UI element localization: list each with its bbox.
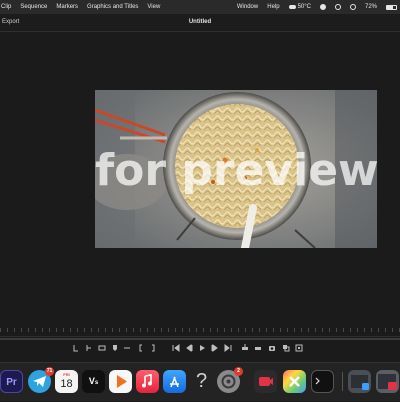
bracket-out-icon[interactable]	[149, 344, 157, 352]
photo-editor-app-icon[interactable]	[283, 370, 306, 393]
go-to-in-icon[interactable]	[172, 344, 180, 352]
calendar-app-icon[interactable]: FRI 18	[55, 370, 78, 393]
step-forward-icon[interactable]	[211, 344, 219, 352]
step-back-icon[interactable]	[185, 344, 193, 352]
music-note-icon	[142, 374, 152, 388]
mark-out-icon[interactable]	[85, 344, 93, 352]
editor-app-icon[interactable]: Vs	[82, 370, 105, 393]
mark-in-icon[interactable]	[72, 344, 80, 352]
minimized-window-thumbnail-2[interactable]	[376, 370, 399, 393]
project-title: Untitled	[188, 19, 212, 25]
play-logo-icon	[117, 375, 127, 388]
timeline-ruler[interactable]	[0, 324, 400, 337]
telegram-app-icon[interactable]: 71	[28, 367, 54, 393]
menu-sequence[interactable]: Sequence	[20, 4, 47, 10]
export-frame-icon[interactable]	[295, 344, 303, 352]
control-icon[interactable]	[334, 4, 341, 10]
compare-icon[interactable]	[282, 344, 290, 352]
battery-percent: 72%	[364, 4, 377, 10]
premiere-pro-app-icon[interactable]: Pr	[0, 370, 23, 393]
menu-bar: Clip Sequence Markers Graphics and Title…	[0, 0, 400, 14]
menu-markers[interactable]: Markers	[56, 4, 78, 10]
terminal-app-icon[interactable]	[311, 370, 334, 393]
temperature-label: 50°C	[297, 4, 311, 10]
menu-graphics-and-titles[interactable]: Graphics and Titles	[87, 4, 138, 10]
music-app-icon[interactable]	[136, 370, 159, 393]
insert-icon[interactable]	[98, 344, 106, 352]
settings-badge: 2	[234, 367, 243, 376]
marker-icon[interactable]	[111, 344, 119, 352]
menu-window[interactable]: Window	[237, 4, 258, 10]
record-camera-icon	[259, 377, 273, 386]
extract-icon[interactable]	[254, 344, 262, 352]
system-settings-app-icon[interactable]: 2	[217, 367, 243, 393]
dock: Pr 71 FRI 18 Vs ? 2	[0, 362, 400, 401]
status-area: Window Help 50°C 72%	[237, 0, 397, 14]
menu-view[interactable]: View	[147, 4, 160, 10]
app-store-a-icon	[170, 376, 179, 388]
minimized-window-thumbnail[interactable]	[348, 370, 371, 393]
window-thumbnail-icon	[378, 374, 397, 390]
transport-controls	[0, 342, 400, 356]
media-player-app-icon[interactable]	[109, 370, 132, 393]
focus-icon[interactable]	[349, 4, 356, 10]
timeline-scrollbar[interactable]	[0, 338, 400, 340]
app-header: Export Untitled	[0, 14, 400, 32]
record-icon[interactable]	[319, 4, 326, 10]
camera-icon[interactable]	[268, 344, 276, 352]
battery-icon[interactable]	[386, 4, 397, 10]
menu-clip[interactable]: Clip	[1, 4, 11, 10]
menu-help[interactable]: Help	[267, 4, 279, 10]
play-icon[interactable]	[198, 344, 206, 352]
window-thumbnail-icon	[351, 375, 369, 390]
cross-logo-icon	[289, 376, 300, 387]
weather-widget[interactable]: 50°C	[288, 4, 311, 10]
program-monitor: for preview	[0, 32, 400, 320]
recorder-app-icon[interactable]	[254, 370, 277, 393]
app-store-icon[interactable]	[163, 370, 186, 393]
go-to-out-icon[interactable]	[224, 344, 232, 352]
clip-icon[interactable]	[123, 344, 131, 352]
preview-watermark: for preview	[95, 145, 377, 196]
app-menus: Clip Sequence Markers Graphics and Title…	[0, 4, 160, 10]
question-mark-icon[interactable]: ?	[190, 370, 213, 393]
dock-separator	[342, 372, 343, 391]
lift-icon[interactable]	[241, 344, 249, 352]
bracket-in-icon[interactable]	[137, 344, 145, 352]
video-preview-frame[interactable]: for preview	[95, 90, 377, 248]
calendar-day: 18	[60, 378, 73, 390]
cloud-icon	[288, 5, 296, 9]
terminal-prompt-icon	[315, 377, 320, 385]
telegram-badge: 71	[45, 367, 54, 376]
